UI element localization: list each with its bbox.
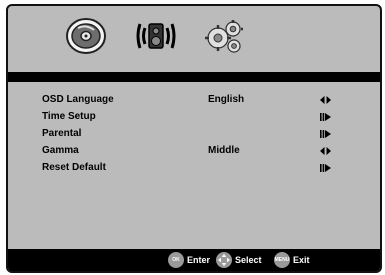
menu-item-value: English <box>208 94 245 105</box>
menu-item-parental[interactable]: Parental <box>8 126 380 143</box>
menu-item-osd-language[interactable]: OSD Language English <box>8 92 380 109</box>
speaker-icon[interactable] <box>134 16 178 56</box>
hint-select: Select <box>216 252 262 268</box>
menu-item-value: Middle <box>208 145 240 156</box>
hint-exit: MENU Exit <box>274 252 310 268</box>
ok-button-icon: OK <box>168 252 184 268</box>
menu-item-label: Parental <box>42 128 82 139</box>
enter-label: Enter <box>187 255 211 265</box>
select-label: Select <box>235 255 262 265</box>
menu-item-gamma[interactable]: Gamma Middle <box>8 143 380 160</box>
dpad-icon <box>216 252 232 268</box>
disc-icon[interactable] <box>64 16 108 56</box>
tab-bar <box>8 6 380 68</box>
header-separator <box>8 72 380 82</box>
gears-icon[interactable] <box>202 16 246 56</box>
menu-item-label: Gamma <box>42 145 79 156</box>
submenu-arrow-icon <box>320 164 331 175</box>
setup-menu-list: OSD Language English Time Setup Parental… <box>8 92 380 177</box>
menu-item-label: Reset Default <box>42 162 106 173</box>
left-right-arrows-icon <box>320 96 331 107</box>
submenu-arrow-icon <box>320 113 331 124</box>
exit-label: Exit <box>293 255 310 265</box>
hint-enter: OK Enter <box>168 252 210 268</box>
submenu-arrow-icon <box>320 130 331 141</box>
osd-menu-frame: OSD Language English Time Setup Parental… <box>6 4 382 273</box>
menu-item-time-setup[interactable]: Time Setup <box>8 109 380 126</box>
left-right-arrows-icon <box>320 147 331 158</box>
menu-item-label: OSD Language <box>42 94 114 105</box>
menu-item-reset-default[interactable]: Reset Default <box>8 160 380 177</box>
menu-button-icon: MENU <box>274 252 290 268</box>
button-hint-bar: OK Enter Select MENU Exit <box>8 249 380 271</box>
menu-item-label: Time Setup <box>42 111 96 122</box>
